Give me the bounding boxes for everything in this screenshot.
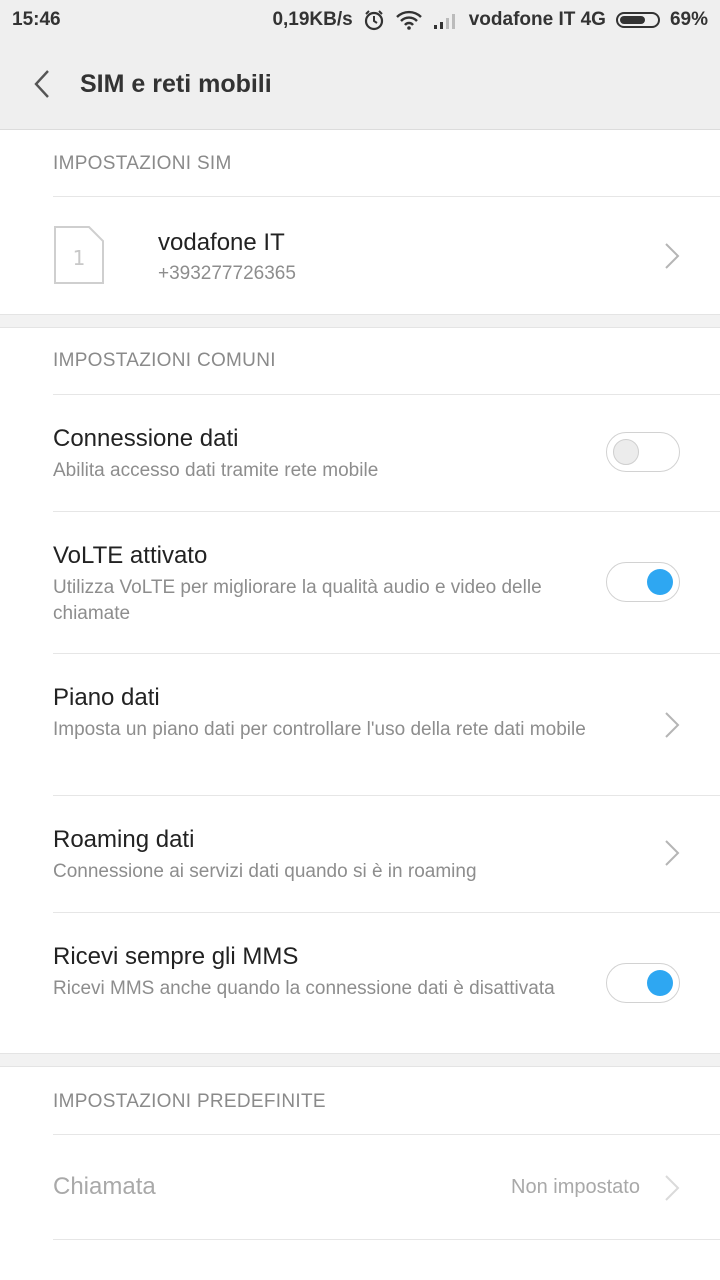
- row-subtitle: Utilizza VoLTE per migliorare la qualità…: [53, 577, 542, 624]
- default-settings-section: IMPOSTAZIONI PREDEFINITE Chiamata Non im…: [0, 1067, 720, 1280]
- app-bar: SIM e reti mobili: [0, 40, 720, 130]
- sim-card-icon: 1: [54, 226, 104, 284]
- sim-number: +393277726365: [158, 263, 296, 284]
- mms-toggle[interactable]: [606, 963, 680, 1003]
- toggle-knob: [613, 439, 639, 465]
- status-right: 0,19KB/s vodafone IT 4G 69%: [272, 9, 708, 31]
- data-connection-toggle[interactable]: [606, 432, 680, 472]
- battery-icon: [615, 12, 660, 28]
- page-title: SIM e reti mobili: [80, 70, 272, 98]
- row-piano-dati[interactable]: Piano dati Imposta un piano dati per con…: [0, 654, 720, 795]
- chevron-right-icon: [665, 712, 680, 738]
- sim-settings-section: IMPOSTAZIONI SIM 1 vodafone IT +39327772…: [0, 131, 720, 314]
- row-title: Chiamata: [53, 1173, 156, 1200]
- row-subtitle: Abilita accesso dati tramite rete mobile: [53, 460, 379, 481]
- row-ricevi-mms[interactable]: Ricevi sempre gli MMS Ricevi MMS anche q…: [0, 913, 720, 1053]
- section-gap: [0, 1053, 720, 1067]
- section-header-sim: IMPOSTAZIONI SIM: [53, 153, 232, 174]
- section-header-common: IMPOSTAZIONI COMUNI: [53, 350, 276, 371]
- battery-percent: 69%: [669, 9, 708, 30]
- sim-row[interactable]: 1 vodafone IT +393277726365: [0, 197, 720, 314]
- status-bar: 15:46 0,19KB/s vodafone IT 4G 69%: [0, 0, 720, 40]
- row-connessione-dati[interactable]: Connessione dati Abilita accesso dati tr…: [0, 395, 720, 511]
- chevron-right-icon: [665, 243, 680, 269]
- row-subtitle: Connessione ai servizi dati quando si è …: [53, 861, 477, 882]
- row-title: Roaming dati: [53, 826, 195, 853]
- toggle-knob: [647, 970, 673, 996]
- status-time: 15:46: [12, 9, 61, 30]
- chevron-right-icon: [665, 1175, 680, 1201]
- row-subtitle: Imposta un piano dati per controllare l'…: [53, 719, 586, 740]
- toggle-knob: [647, 569, 673, 595]
- carrier-label: vodafone IT 4G: [468, 9, 606, 30]
- volte-toggle[interactable]: [606, 562, 680, 602]
- row-title: VoLTE attivato: [53, 542, 208, 569]
- row-subtitle: Ricevi MMS anche quando la connessione d…: [53, 978, 555, 999]
- common-settings-section: IMPOSTAZIONI COMUNI Connessione dati Abi…: [0, 328, 720, 1053]
- network-speed: 0,19KB/s: [272, 9, 353, 30]
- row-title: Piano dati: [53, 684, 160, 711]
- section-header-default: IMPOSTAZIONI PREDEFINITE: [53, 1091, 326, 1112]
- back-button[interactable]: [24, 66, 60, 102]
- back-chevron-icon: [34, 70, 49, 98]
- row-roaming-dati[interactable]: Roaming dati Connessione ai servizi dati…: [0, 796, 720, 912]
- sim-slot-number: 1: [73, 246, 86, 270]
- alarm-icon: [363, 9, 385, 31]
- wifi-icon: [395, 10, 423, 30]
- row-chiamata[interactable]: Chiamata Non impostato: [0, 1135, 720, 1240]
- signal-icon: [433, 11, 459, 29]
- row-value: Non impostato: [511, 1176, 640, 1198]
- sim-name: vodafone IT: [158, 229, 285, 256]
- row-volte[interactable]: VoLTE attivato Utilizza VoLTE per miglio…: [0, 512, 720, 653]
- chevron-right-icon: [665, 840, 680, 866]
- section-gap: [0, 314, 720, 328]
- row-title: Ricevi sempre gli MMS: [53, 943, 299, 970]
- divider: [53, 1239, 720, 1240]
- row-title: Connessione dati: [53, 425, 239, 452]
